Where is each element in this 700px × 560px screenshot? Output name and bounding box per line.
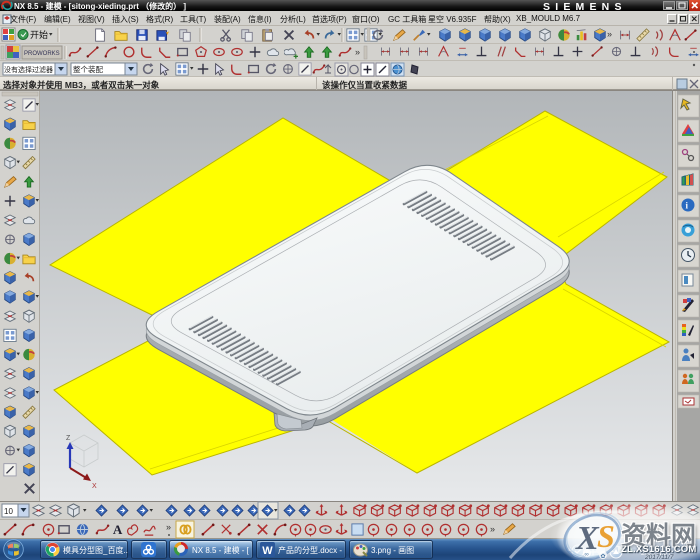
svg-text:»: »	[166, 522, 171, 532]
svg-text:X: X	[92, 483, 97, 490]
svg-text:»: »	[607, 29, 612, 39]
svg-text:Z: Z	[66, 435, 71, 442]
svg-text:没有选择过滤器: 没有选择过滤器	[4, 65, 53, 74]
svg-text:»: »	[355, 47, 360, 57]
svg-text:开始: 开始	[30, 29, 48, 40]
svg-text:PROWORKS: PROWORKS	[24, 51, 60, 57]
svg-text:10: 10	[4, 507, 13, 516]
svg-text:W: W	[262, 545, 273, 557]
svg-text:整个装配: 整个装配	[73, 64, 103, 74]
svg-text:»: »	[490, 524, 495, 534]
